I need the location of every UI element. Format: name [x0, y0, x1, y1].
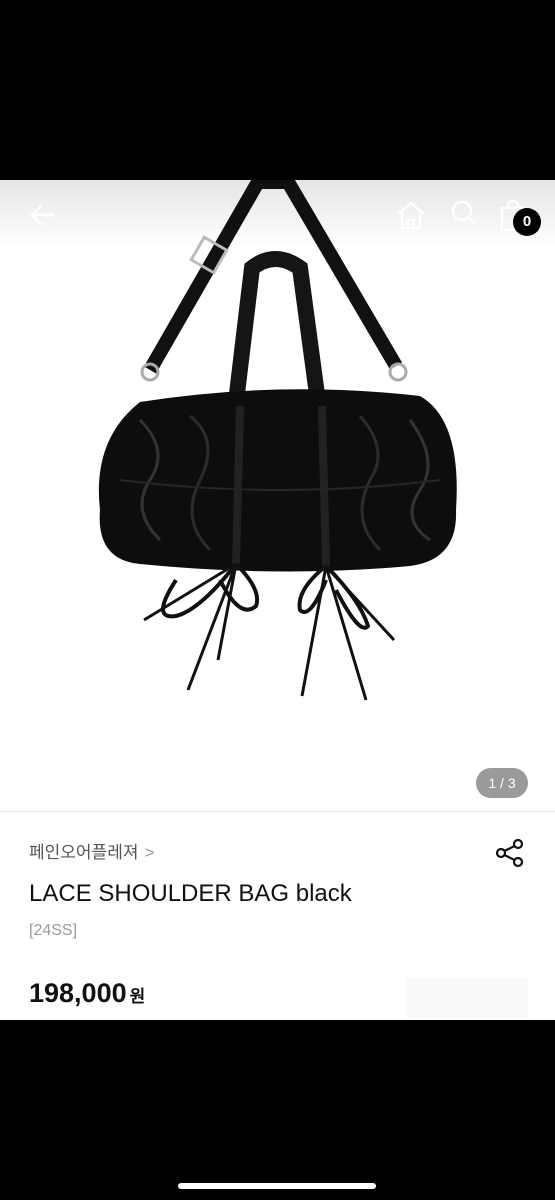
image-pager-indicator: 1 / 3	[476, 768, 528, 798]
price-currency: 원	[129, 987, 146, 1006]
product-title: LACE SHOULDER BAG black	[29, 880, 352, 907]
product-season-tag: [24SS]	[29, 922, 78, 939]
faded-action-area	[406, 978, 528, 1018]
app-screen: 0 1 / 3 페인오어플레져 > LACE SHOULDER BAG black…	[0, 180, 555, 1020]
brand-name: 페인오어플레져	[29, 843, 139, 862]
price-amount: 198,000	[29, 978, 127, 1008]
back-arrow-icon[interactable]	[26, 198, 60, 232]
top-navigation-bar: 0	[0, 180, 555, 248]
search-icon[interactable]	[448, 198, 478, 228]
cart-count-badge[interactable]: 0	[513, 208, 541, 236]
product-image	[98, 180, 457, 701]
chevron-right-icon: >	[144, 843, 155, 862]
home-icon[interactable]	[394, 198, 428, 232]
product-price: 198,000 원	[29, 978, 145, 1009]
divider	[0, 811, 555, 812]
home-indicator[interactable]	[178, 1183, 376, 1189]
brand-link[interactable]: 페인오어플레져 >	[29, 838, 154, 863]
product-image-gallery[interactable]: 0 1 / 3	[0, 180, 555, 810]
share-icon[interactable]	[494, 837, 526, 869]
